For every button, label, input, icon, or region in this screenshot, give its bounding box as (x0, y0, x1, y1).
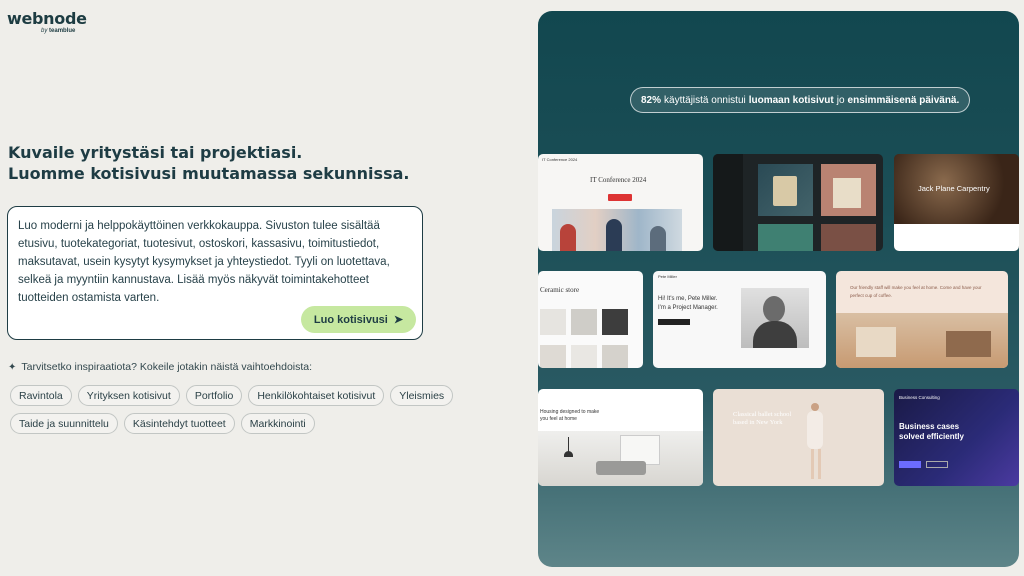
sparkle-icon: ✦ (8, 361, 17, 373)
template-business-consulting[interactable]: Business Consulting Business cases solve… (894, 389, 1019, 486)
page-title: Kuvaile yritystäsi tai projektiasi. Luom… (8, 142, 409, 184)
logo-wordmark: webnode (7, 9, 87, 28)
template-carpentry[interactable]: Jack Plane Carpentry (894, 154, 1019, 251)
prompt-text[interactable]: Luo moderni ja helppokäyttöinen verkkoka… (18, 217, 408, 307)
logo-byline: by teamblue (41, 28, 76, 34)
template-it-conference[interactable]: IT Conference 2024 IT Conference 2024 (538, 154, 703, 251)
chip-kasintehdyt[interactable]: Käsintehdyt tuotteet (123, 413, 235, 434)
template-ballet[interactable]: Classical ballet school based in New Yor… (713, 389, 884, 486)
chip-yrityksen-kotisivut[interactable]: Yrityksen kotisivut (77, 385, 180, 406)
stat-badge: 82% käyttäjistä onnistui luomaan kotisivut… (630, 87, 971, 113)
template-dark-gallery[interactable] (713, 154, 883, 251)
chip-ravintola[interactable]: Ravintola (10, 385, 72, 406)
chip-portfolio[interactable]: Portfolio (185, 385, 243, 406)
template-housing[interactable]: Housing designed to make you feel at hom… (538, 389, 703, 486)
suggestion-chips: Ravintola Yrityksen kotisivut Portfolio … (10, 385, 470, 434)
template-cafe[interactable]: Our friendly staff will make you feel at… (836, 271, 1008, 368)
chip-yleismies[interactable]: Yleismies (390, 385, 454, 406)
inspiration-text: Tarvitsetko inspiraatiota? Kokeile jotak… (21, 361, 313, 373)
inspiration-label: ✦ Tarvitsetko inspiraatiota? Kokeile jot… (8, 361, 312, 373)
webnode-logo[interactable]: webnode by teamblue (7, 9, 87, 34)
title-line-2: Luomme kotisivusi muutamassa sekunnissa. (8, 164, 410, 183)
chip-markkinointi[interactable]: Markkinointi (240, 413, 315, 434)
chip-henkilokohtaiset[interactable]: Henkilökohtaiset kotisivut (248, 385, 385, 406)
chip-taide[interactable]: Taide ja suunnittelu (10, 413, 118, 434)
template-project-manager[interactable]: Pete Miller Hi! It's me, Pete Miller. I'… (653, 271, 826, 368)
create-button-label: Luo kotisivusi (313, 313, 388, 326)
prompt-textarea[interactable]: Luo moderni ja helppokäyttöinen verkkoka… (7, 206, 423, 340)
showcase-panel: 82% käyttäjistä onnistui luomaan kotisivut… (538, 11, 1019, 567)
template-ceramic-store[interactable]: Ceramic store (538, 271, 643, 368)
create-website-button[interactable]: Luo kotisivusi ➤ (301, 306, 416, 333)
title-line-1: Kuvaile yritystäsi tai projektiasi. (8, 143, 303, 162)
send-arrow-icon: ➤ (393, 314, 404, 326)
